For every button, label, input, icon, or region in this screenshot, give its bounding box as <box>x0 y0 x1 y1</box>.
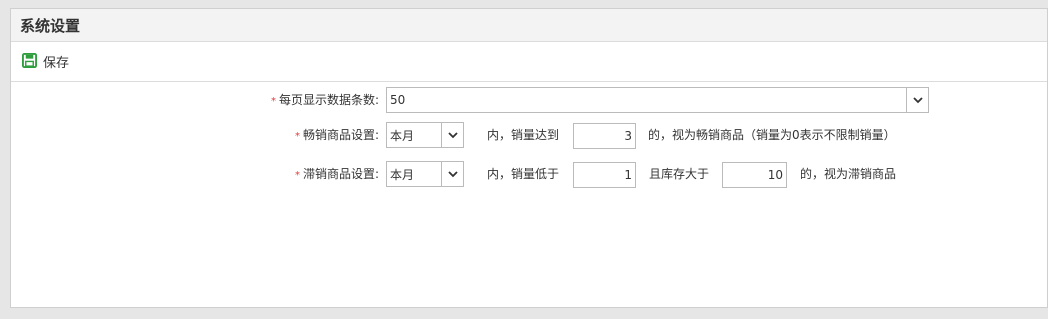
required-mark: * <box>270 96 276 107</box>
slowseller-suffix-text: 的，视为滞销商品 <box>800 167 897 181</box>
slowseller-period-value: 本月 <box>390 167 415 182</box>
bestseller-label-wrap: * 畅销商品设置: <box>11 122 379 148</box>
slowseller-within-text: 内，销量低于 <box>487 167 560 181</box>
floppy-disk-icon <box>22 52 37 71</box>
page-title: 系统设置 <box>20 16 81 35</box>
bestseller-period-value: 本月 <box>390 128 415 143</box>
bestseller-period-select[interactable]: 本月 <box>386 122 464 148</box>
slowseller-stock-input[interactable]: 10 <box>722 162 787 188</box>
bestseller-suffix-text: 的，视为畅销商品（销量为0表示不限制销量） <box>648 128 896 142</box>
required-mark: * <box>294 131 300 142</box>
save-label: 保存 <box>43 56 70 71</box>
slowseller-period-select[interactable]: 本月 <box>386 161 464 187</box>
page-size-label: * 每页显示数据条数: <box>270 93 379 107</box>
page-size-value: 50 <box>390 93 406 107</box>
page-size-select[interactable]: 50 <box>386 87 929 113</box>
page-size-label-wrap: * 每页显示数据条数: <box>11 87 379 113</box>
slowseller-threshold-input[interactable]: 1 <box>573 162 636 188</box>
bestseller-within-text: 内，销量达到 <box>487 128 560 142</box>
chevron-down-icon[interactable] <box>441 162 463 186</box>
bestseller-threshold-input[interactable]: 3 <box>573 123 636 149</box>
toolbar: 保存 <box>11 42 1047 82</box>
slowseller-label-wrap: * 滞销商品设置: <box>11 161 379 187</box>
slowseller-stock-text: 且库存大于 <box>649 167 710 181</box>
bestseller-label: * 畅销商品设置: <box>294 128 379 142</box>
slowseller-label: * 滞销商品设置: <box>294 167 379 181</box>
chevron-down-icon[interactable] <box>906 88 928 112</box>
panel-header: 系统设置 <box>11 9 1047 42</box>
settings-panel: 系统设置 保存 * 每页显示数据条数: 50 * 畅销商品设置: 本月 内，销量… <box>10 8 1048 308</box>
settings-form: * 每页显示数据条数: 50 * 畅销商品设置: 本月 内，销量达到 3 的，视为畅… <box>11 82 1047 282</box>
required-mark: * <box>294 170 300 181</box>
chevron-down-icon[interactable] <box>441 123 463 147</box>
save-button[interactable]: 保存 <box>22 52 69 71</box>
